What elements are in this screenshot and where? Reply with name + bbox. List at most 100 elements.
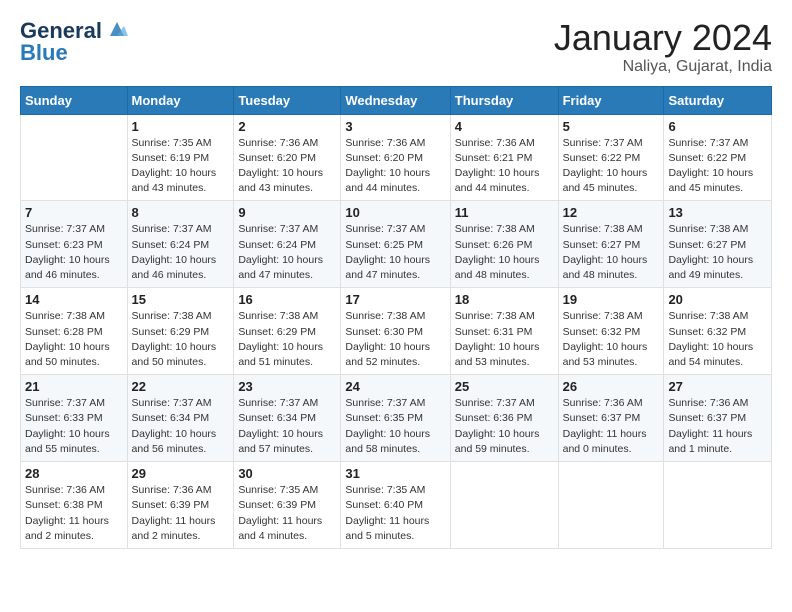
day-number: 31 [345, 466, 445, 481]
day-info: Sunrise: 7:38 AMSunset: 6:29 PMDaylight:… [238, 309, 336, 370]
day-number: 25 [455, 379, 554, 394]
table-row: 30 Sunrise: 7:35 AMSunset: 6:39 PMDayligh… [234, 462, 341, 549]
day-info: Sunrise: 7:36 AMSunset: 6:37 PMDaylight:… [563, 396, 660, 457]
calendar-page: General Blue January 2024 Naliya, Gujara… [0, 0, 792, 612]
day-number: 27 [668, 379, 767, 394]
day-number: 11 [455, 205, 554, 220]
col-sunday: Sunday [21, 86, 128, 114]
col-monday: Monday [127, 86, 234, 114]
table-row: 12 Sunrise: 7:38 AMSunset: 6:27 PMDayligh… [558, 201, 664, 288]
table-row [664, 462, 772, 549]
day-info: Sunrise: 7:37 AMSunset: 6:22 PMDaylight:… [668, 136, 767, 197]
table-row: 8 Sunrise: 7:37 AMSunset: 6:24 PMDaylight… [127, 201, 234, 288]
day-info: Sunrise: 7:38 AMSunset: 6:29 PMDaylight:… [132, 309, 230, 370]
table-row: 6 Sunrise: 7:37 AMSunset: 6:22 PMDaylight… [664, 114, 772, 201]
day-number: 10 [345, 205, 445, 220]
day-info: Sunrise: 7:36 AMSunset: 6:39 PMDaylight:… [132, 483, 230, 544]
logo-blue: Blue [20, 40, 68, 66]
day-number: 24 [345, 379, 445, 394]
day-number: 18 [455, 292, 554, 307]
table-row: 9 Sunrise: 7:37 AMSunset: 6:24 PMDaylight… [234, 201, 341, 288]
day-info: Sunrise: 7:38 AMSunset: 6:32 PMDaylight:… [668, 309, 767, 370]
day-info: Sunrise: 7:38 AMSunset: 6:28 PMDaylight:… [25, 309, 123, 370]
day-info: Sunrise: 7:38 AMSunset: 6:31 PMDaylight:… [455, 309, 554, 370]
table-row: 25Sunrise: 7:37 AMSunset: 6:36 PMDayligh… [450, 375, 558, 462]
day-info: Sunrise: 7:35 AMSunset: 6:19 PMDaylight:… [132, 136, 230, 197]
day-number: 9 [238, 205, 336, 220]
col-tuesday: Tuesday [234, 86, 341, 114]
table-row: 3Sunrise: 7:36 AMSunset: 6:20 PMDaylight… [341, 114, 450, 201]
table-row: 24 Sunrise: 7:37 AMSunset: 6:35 PMDayligh… [341, 375, 450, 462]
day-info: Sunrise: 7:37 AMSunset: 6:34 PMDaylight:… [132, 396, 230, 457]
day-number: 15 [132, 292, 230, 307]
day-number: 4 [455, 119, 554, 134]
table-row: 22 Sunrise: 7:37 AMSunset: 6:34 PMDayligh… [127, 375, 234, 462]
table-row [558, 462, 664, 549]
col-saturday: Saturday [664, 86, 772, 114]
table-row: 7Sunrise: 7:37 AMSunset: 6:23 PMDaylight… [21, 201, 128, 288]
day-number: 5 [563, 119, 660, 134]
day-number: 23 [238, 379, 336, 394]
table-row: 27 Sunrise: 7:36 AMSunset: 6:37 PMDayligh… [664, 375, 772, 462]
day-number: 17 [345, 292, 445, 307]
day-info: Sunrise: 7:36 AMSunset: 6:20 PMDaylight:… [238, 136, 336, 197]
day-info: Sunrise: 7:38 AMSunset: 6:30 PMDaylight:… [345, 309, 445, 370]
logo: General Blue [20, 18, 128, 66]
calendar-header: Sunday Monday Tuesday Wednesday Thursday… [21, 86, 772, 114]
logo-icon [106, 18, 128, 40]
table-row: 13 Sunrise: 7:38 AMSunset: 6:27 PMDayligh… [664, 201, 772, 288]
day-number: 26 [563, 379, 660, 394]
day-info: Sunrise: 7:38 AMSunset: 6:32 PMDaylight:… [563, 309, 660, 370]
day-info: Sunrise: 7:36 AMSunset: 6:21 PMDaylight:… [455, 136, 554, 197]
day-info: Sunrise: 7:37 AMSunset: 6:34 PMDaylight:… [238, 396, 336, 457]
day-info: Sunrise: 7:37 AMSunset: 6:24 PMDaylight:… [132, 222, 230, 283]
header: General Blue January 2024 Naliya, Gujara… [20, 18, 772, 76]
month-title: January 2024 [554, 18, 772, 58]
day-number: 8 [132, 205, 230, 220]
day-info: Sunrise: 7:36 AMSunset: 6:20 PMDaylight:… [345, 136, 445, 197]
day-info: Sunrise: 7:37 AMSunset: 6:35 PMDaylight:… [345, 396, 445, 457]
day-info: Sunrise: 7:37 AMSunset: 6:24 PMDaylight:… [238, 222, 336, 283]
day-number: 21 [25, 379, 123, 394]
day-info: Sunrise: 7:38 AMSunset: 6:26 PMDaylight:… [455, 222, 554, 283]
table-row: 19Sunrise: 7:38 AMSunset: 6:32 PMDayligh… [558, 288, 664, 375]
day-number: 12 [563, 205, 660, 220]
table-row: 26 Sunrise: 7:36 AMSunset: 6:37 PMDayligh… [558, 375, 664, 462]
day-info: Sunrise: 7:36 AMSunset: 6:38 PMDaylight:… [25, 483, 123, 544]
day-info: Sunrise: 7:38 AMSunset: 6:27 PMDaylight:… [668, 222, 767, 283]
table-row: 15 Sunrise: 7:38 AMSunset: 6:29 PMDayligh… [127, 288, 234, 375]
title-block: January 2024 Naliya, Gujarat, India [554, 18, 772, 76]
day-info: Sunrise: 7:36 AMSunset: 6:37 PMDaylight:… [668, 396, 767, 457]
day-info: Sunrise: 7:37 AMSunset: 6:22 PMDaylight:… [563, 136, 660, 197]
location: Naliya, Gujarat, India [554, 58, 772, 76]
day-info: Sunrise: 7:37 AMSunset: 6:23 PMDaylight:… [25, 222, 123, 283]
day-number: 13 [668, 205, 767, 220]
day-number: 29 [132, 466, 230, 481]
day-number: 28 [25, 466, 123, 481]
day-info: Sunrise: 7:35 AMSunset: 6:40 PMDaylight:… [345, 483, 445, 544]
table-row: 1 Sunrise: 7:35 AMSunset: 6:19 PMDaylight… [127, 114, 234, 201]
day-info: Sunrise: 7:37 AMSunset: 6:25 PMDaylight:… [345, 222, 445, 283]
table-row: 17 Sunrise: 7:38 AMSunset: 6:30 PMDayligh… [341, 288, 450, 375]
col-friday: Friday [558, 86, 664, 114]
col-thursday: Thursday [450, 86, 558, 114]
col-wednesday: Wednesday [341, 86, 450, 114]
day-number: 20 [668, 292, 767, 307]
day-number: 30 [238, 466, 336, 481]
day-info: Sunrise: 7:38 AMSunset: 6:27 PMDaylight:… [563, 222, 660, 283]
day-info: Sunrise: 7:35 AMSunset: 6:39 PMDaylight:… [238, 483, 336, 544]
day-number: 22 [132, 379, 230, 394]
calendar-table: Sunday Monday Tuesday Wednesday Thursday… [20, 86, 772, 549]
table-row: 28 Sunrise: 7:36 AMSunset: 6:38 PMDayligh… [21, 462, 128, 549]
table-row: 5 Sunrise: 7:37 AMSunset: 6:22 PMDaylight… [558, 114, 664, 201]
day-number: 16 [238, 292, 336, 307]
day-number: 14 [25, 292, 123, 307]
day-number: 2 [238, 119, 336, 134]
table-row: 2 Sunrise: 7:36 AMSunset: 6:20 PMDaylight… [234, 114, 341, 201]
day-number: 6 [668, 119, 767, 134]
table-row: 23 Sunrise: 7:37 AMSunset: 6:34 PMDayligh… [234, 375, 341, 462]
calendar-body: 1 Sunrise: 7:35 AMSunset: 6:19 PMDaylight… [21, 114, 772, 548]
table-row: 31 Sunrise: 7:35 AMSunset: 6:40 PMDayligh… [341, 462, 450, 549]
day-number: 1 [132, 119, 230, 134]
table-row [21, 114, 128, 201]
